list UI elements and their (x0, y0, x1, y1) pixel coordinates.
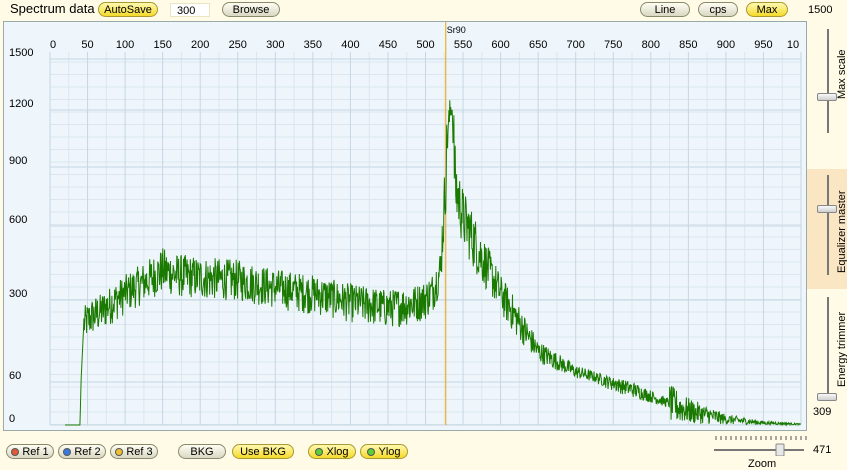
zoom-label: Zoom (748, 458, 777, 470)
max-scale-slider-section: Max scale (807, 21, 847, 161)
right-slider-panel: Max scale Equalizer master Energy trimme… (807, 21, 847, 430)
xlog-led-icon (315, 448, 324, 456)
x-tick-label: 200 (191, 39, 209, 51)
ylog-led-icon (367, 448, 376, 456)
ref3-led-icon (115, 448, 124, 456)
max-scale-thumb[interactable] (817, 93, 837, 101)
x-tick-label: 150 (153, 39, 171, 51)
y-tick-label: 900 (9, 155, 27, 167)
zoom-value: 471 (813, 444, 832, 456)
x-tick-label: 600 (491, 39, 509, 51)
y-tick-label: 60 (9, 370, 21, 382)
ref3-button[interactable]: Ref 3 (110, 444, 158, 459)
x-tick-label: 900 (717, 39, 735, 51)
equalizer-label: Equalizer master (836, 190, 847, 273)
x-tick-label: 950 (754, 39, 772, 51)
line-button[interactable]: Line (640, 2, 690, 17)
value-input[interactable]: 300 (170, 3, 210, 17)
x-tick-label: 650 (529, 39, 547, 51)
x-tick-label: 400 (341, 39, 359, 51)
browse-button[interactable]: Browse (222, 2, 280, 17)
y-tick-label: 1500 (9, 47, 33, 59)
max-button[interactable]: Max (746, 2, 788, 17)
equalizer-slider-section: Equalizer master (807, 169, 847, 289)
x-tick-label: 10 (787, 39, 799, 51)
energy-trimmer-value: 309 (813, 406, 832, 418)
y-tick-label: 1200 (9, 98, 33, 110)
sr90-marker-label: Sr90 (447, 25, 466, 35)
zoom-slider[interactable] (712, 432, 808, 456)
zoom-ticks (715, 436, 807, 440)
max-scale-label: Max scale (836, 49, 847, 99)
x-tick-label: 0 (50, 39, 56, 51)
x-tick-label: 750 (604, 39, 622, 51)
toolbar-top: Spectrum data AutoSave 300 Browse Line c… (0, 0, 847, 20)
ref2-led-icon (63, 448, 72, 456)
toolbar-bottom: Ref 1 Ref 2 Ref 3 BKG Use BKG Xlog Ylog … (0, 432, 847, 470)
xlog-button[interactable]: Xlog (308, 444, 356, 459)
x-tick-label: 500 (416, 39, 434, 51)
energy-trimmer-track[interactable] (827, 297, 829, 397)
energy-trimmer-thumb[interactable] (817, 393, 837, 401)
ylog-button[interactable]: Ylog (360, 444, 408, 459)
x-tick-label: 300 (266, 39, 284, 51)
x-tick-label: 350 (304, 39, 322, 51)
max-scale-value: 1500 (808, 4, 833, 16)
energy-trimmer-slider-section: Energy trimmer 309 (807, 293, 847, 423)
spectrum-plot[interactable]: 0 50 100 150 200 250 300 350 400 450 500 550 600 650 7… (4, 22, 806, 430)
x-tick-label: 700 (567, 39, 585, 51)
energy-trimmer-label: Energy trimmer (836, 311, 847, 387)
x-tick-label: 50 (81, 39, 93, 51)
x-tick-label: 850 (679, 39, 697, 51)
y-tick-label: 0 (9, 413, 15, 425)
autosave-button[interactable]: AutoSave (98, 2, 158, 17)
x-tick-label: 450 (379, 39, 397, 51)
x-tick-label: 250 (229, 39, 247, 51)
ref1-button[interactable]: Ref 1 (6, 444, 54, 459)
zoom-thumb[interactable] (775, 443, 785, 456)
panel-title: Spectrum data (10, 1, 95, 16)
equalizer-thumb[interactable] (817, 205, 837, 213)
bkg-button[interactable]: BKG (178, 444, 226, 459)
max-scale-track[interactable] (827, 29, 829, 133)
equalizer-track[interactable] (827, 175, 829, 275)
ref1-led-icon (11, 448, 20, 456)
ref2-button[interactable]: Ref 2 (58, 444, 106, 459)
spectrum-chart[interactable]: 0 50 100 150 200 250 300 350 400 450 500 550 600 650 7… (3, 21, 807, 431)
y-tick-label: 600 (9, 214, 27, 226)
use-bkg-button[interactable]: Use BKG (232, 444, 294, 459)
x-tick-label: 800 (642, 39, 660, 51)
cps-button[interactable]: cps (698, 2, 738, 17)
y-tick-label: 300 (9, 288, 27, 300)
x-tick-label: 100 (116, 39, 134, 51)
x-tick-label: 550 (454, 39, 472, 51)
